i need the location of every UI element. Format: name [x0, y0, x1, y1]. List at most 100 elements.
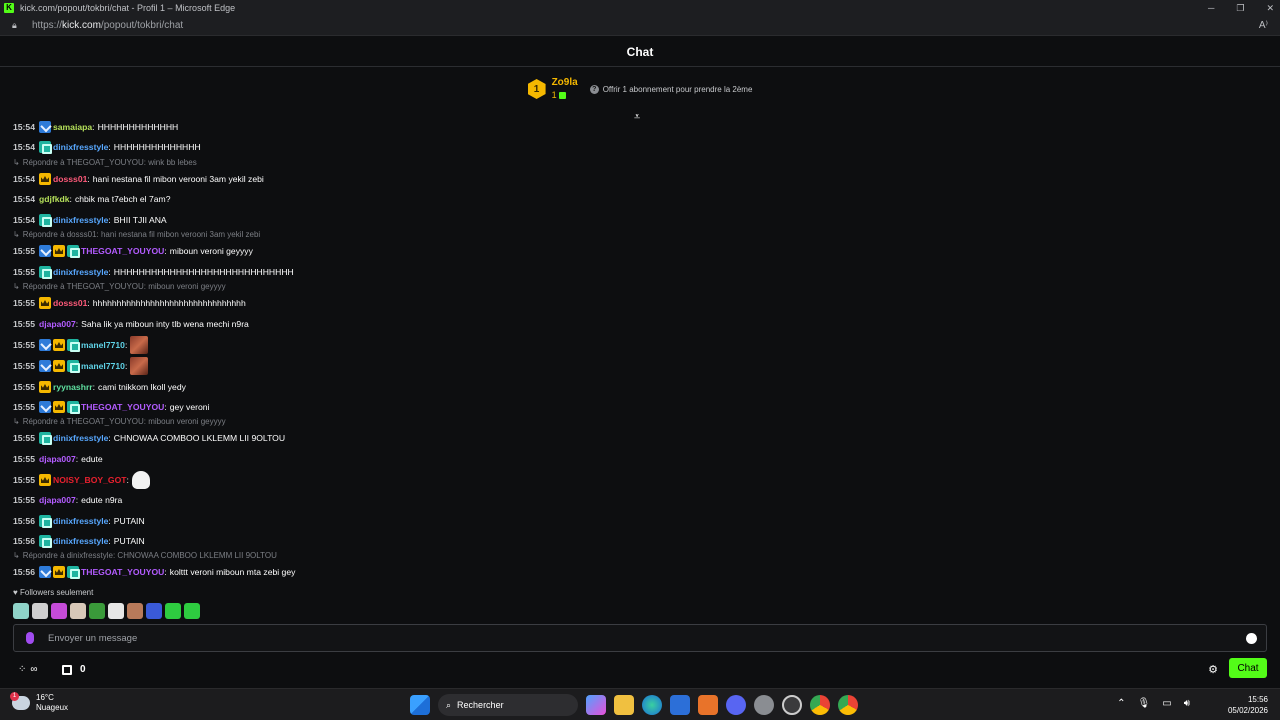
message-username[interactable]: THEGOAT_YOUYOU [81, 246, 164, 256]
chat-message[interactable]: 15:55 THEGOAT_YOUYOU: gey veroni [13, 400, 209, 414]
quick-emote-icon[interactable] [89, 603, 105, 619]
app-icon[interactable] [698, 695, 718, 715]
ghost-emote-icon[interactable] [131, 471, 150, 489]
chat-message[interactable]: 15:55 THEGOAT_YOUYOU: miboun veroni geyyyy [13, 244, 253, 258]
taskbar-clock[interactable]: 15:56 05/02/2026 [1228, 694, 1268, 716]
restore-icon[interactable]: ❐ [1236, 3, 1244, 14]
chat-message[interactable]: 15:55 djapa007: edute [13, 452, 103, 466]
chrome-profile-icon[interactable] [838, 695, 858, 715]
quick-emote-icon[interactable] [70, 603, 86, 619]
weather-widget[interactable]: 1 16°C Nuageux [10, 692, 68, 713]
message-username[interactable]: THEGOAT_YOUYOU [81, 567, 164, 577]
message-username[interactable]: THEGOAT_YOUYOU [81, 402, 164, 412]
message-username[interactable]: dosss01 [53, 174, 87, 184]
message-username[interactable]: dinixfresstyle [53, 516, 108, 526]
message-username[interactable]: dinixfresstyle [53, 267, 108, 277]
message-username[interactable]: djapa007 [39, 495, 76, 505]
message-username[interactable]: gdjfkdk [39, 194, 70, 204]
username-separator: : [92, 382, 96, 392]
minimize-icon[interactable]: ─ [1208, 3, 1214, 13]
network-icon[interactable]: ▭ [1162, 698, 1171, 709]
file-explorer-icon[interactable] [614, 695, 634, 715]
offer-subscription-link[interactable]: ? Offrir 1 abonnement pour prendre la 2è… [589, 84, 752, 94]
chat-message[interactable]: 15:54 samaiapa: HHHHHHHHHHHHH [13, 120, 178, 134]
reply-context[interactable]: ↳ Répondre à THEGOAT_YOUYOU: wink bb lebe… [13, 158, 197, 167]
quick-emote-icon[interactable] [32, 603, 48, 619]
settings-app-icon[interactable] [754, 695, 774, 715]
gifter-info[interactable]: Zo9la 1 [552, 77, 578, 101]
reply-text: Répondre à THEGOAT_YOUYOU: miboun veroni… [22, 282, 226, 291]
quick-emote-icon[interactable] [165, 603, 181, 619]
face-emote-icon[interactable] [130, 357, 149, 375]
reply-context[interactable]: ↳ Répondre à THEGOAT_YOUYOU: miboun veron… [13, 417, 226, 426]
message-username[interactable]: dinixfresstyle [53, 142, 108, 152]
message-username[interactable]: djapa007 [39, 319, 76, 329]
read-aloud-icon[interactable]: A⁾ [1259, 20, 1268, 31]
reply-context[interactable]: ↳ Répondre à dinixfresstyle: CHNOWAA COMB… [13, 551, 277, 560]
chat-message[interactable]: 15:55 djapa007: edute n9ra [13, 493, 122, 507]
message-username[interactable]: manel7710 [81, 340, 125, 350]
quick-emote-icon[interactable] [108, 603, 124, 619]
chat-message[interactable]: 15:55 dinixfresstyle: CHNOWAA COMBOO LKLEM… [13, 431, 285, 445]
message-username[interactable]: manel7710 [81, 361, 125, 371]
emoji-picker-icon[interactable] [1246, 632, 1257, 644]
quick-emote-icon[interactable] [13, 603, 29, 619]
url-domain: kick.com [62, 20, 101, 31]
message-username[interactable]: NOISY_BOY_GOT [53, 475, 127, 485]
quick-emote-icon[interactable] [146, 603, 162, 619]
gifter-username[interactable]: Zo9la [552, 77, 578, 89]
chat-message[interactable]: 15:54 gdjfkdk: chbik ma t7ebch el 7am? [13, 192, 170, 206]
reply-context[interactable]: ↳ Répondre à dosss01: hani nestana fil mi… [13, 230, 260, 239]
chat-message[interactable]: 15:55 dinixfresstyle: HHHHHHHHHHHHHHHHHHHH… [13, 265, 294, 279]
quick-emote-icon[interactable] [51, 603, 67, 619]
quick-emote-icon[interactable] [127, 603, 143, 619]
message-input-container[interactable] [13, 624, 1267, 652]
message-username[interactable]: ryynashrr [53, 382, 93, 392]
message-username[interactable]: dosss01 [53, 298, 87, 308]
edge-icon[interactable] [642, 695, 662, 715]
volume-icon[interactable]: 🔊︎ [1184, 698, 1190, 709]
mic-tray-icon[interactable]: 🎙︎ [1138, 698, 1151, 709]
gift-subs-button[interactable]: 0 [62, 664, 86, 675]
copilot-icon[interactable] [586, 695, 606, 715]
url-text[interactable]: https://kick.com/popout/tokbri/chat [32, 20, 183, 31]
store-icon[interactable] [670, 695, 690, 715]
chat-message[interactable]: 15:56 dinixfresstyle: PUTAIN [13, 534, 145, 548]
steam-icon[interactable] [782, 695, 802, 715]
message-timestamp: 15:55 [13, 298, 35, 308]
chat-message[interactable]: 15:56 THEGOAT_YOUYOU: kolttt veroni miboun… [13, 565, 295, 579]
settings-gear-icon[interactable]: ⚙ [1208, 663, 1218, 676]
chat-message[interactable]: 15:56 dinixfresstyle: PUTAIN [13, 514, 145, 528]
quick-emote-icon[interactable] [184, 603, 200, 619]
message-username[interactable]: samaiapa [53, 122, 92, 132]
message-username[interactable]: dinixfresstyle [53, 215, 108, 225]
chat-message[interactable]: 15:54 dinixfresstyle: BHII TJII ANA [13, 213, 167, 227]
chat-message[interactable]: 15:55 NOISY_BOY_GOT: [13, 471, 150, 489]
taskbar-search[interactable]: ⌕ Rechercher [438, 694, 578, 716]
channel-points-button[interactable]: ⁘ ∞ [18, 664, 38, 675]
send-chat-button[interactable]: Chat [1229, 658, 1267, 678]
chat-message[interactable]: 15:55 ryynashrr: cami tnikkom lkoll yedy [13, 380, 186, 394]
chat-message[interactable]: 15:55 dosss01: hhhhhhhhhhhhhhhhhhhhhhhhhhh… [13, 296, 246, 310]
message-username[interactable]: dinixfresstyle [53, 433, 108, 443]
chrome-icon[interactable] [810, 695, 830, 715]
lock-icon[interactable]: 🔒︎ [12, 20, 22, 31]
message-username[interactable]: djapa007 [39, 454, 76, 464]
points-value: ∞ [30, 664, 38, 675]
chat-message[interactable]: 15:55 manel7710: [13, 357, 149, 375]
chat-message[interactable]: 15:54 dosss01: hani nestana fil mibon vero… [13, 172, 264, 186]
close-icon[interactable]: ✕ [1266, 3, 1274, 14]
chat-message[interactable]: 15:55 manel7710: [13, 336, 149, 354]
chevron-up-icon[interactable]: ⌃ [1117, 698, 1125, 709]
microphone-icon[interactable] [26, 632, 34, 644]
message-username[interactable]: dinixfresstyle [53, 536, 108, 546]
windows-start-icon[interactable] [410, 695, 430, 715]
reply-context[interactable]: ↳ Répondre à THEGOAT_YOUYOU: miboun veron… [13, 282, 226, 291]
address-bar[interactable]: 🔒︎ https://kick.com/popout/tokbri/chat A… [0, 16, 1280, 36]
face-emote-icon[interactable] [130, 336, 149, 354]
message-input[interactable] [48, 632, 1198, 644]
chat-message[interactable]: 15:55 djapa007: Saha lik ya miboun inty tl… [13, 317, 249, 331]
discord-icon[interactable] [726, 695, 746, 715]
gift-badge-icon [66, 245, 80, 258]
chat-message[interactable]: 15:54 dinixfresstyle: HHHHHHHHHHHHHH [13, 140, 201, 154]
